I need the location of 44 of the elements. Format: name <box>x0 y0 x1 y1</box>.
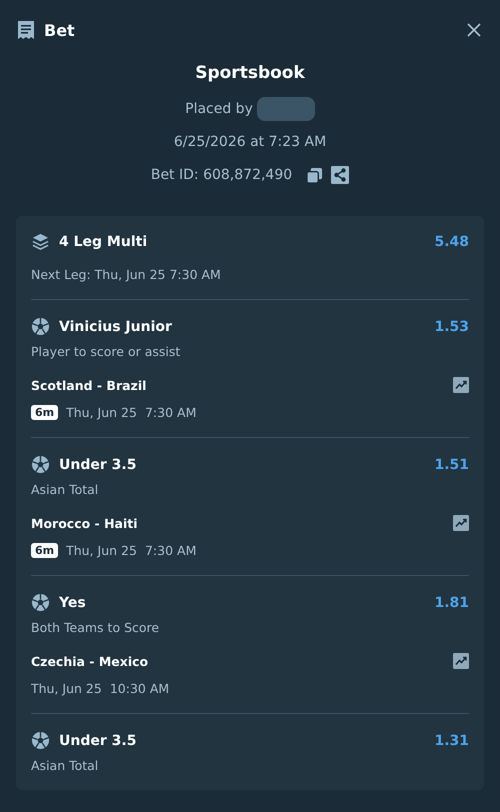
next-leg: Next Leg: Thu, Jun 25 7:30 AM <box>31 267 222 282</box>
selection-name: Under 3.5 <box>59 732 136 748</box>
placed-by-label: Placed by <box>185 101 253 117</box>
layers-icon <box>31 232 50 251</box>
match-time: 10:30 AM <box>110 681 170 696</box>
bet-type: 4 Leg Multi <box>59 234 148 250</box>
minutes-badge: 6m <box>31 543 58 558</box>
soccer-ball-icon <box>31 731 50 750</box>
match-name: Czechia - Mexico <box>31 654 148 668</box>
share-icon[interactable] <box>331 166 350 184</box>
bet-id: Bet ID: 608,872,490 <box>150 167 292 183</box>
market-name: Player to score or assist <box>31 344 182 359</box>
match-time: 7:30 AM <box>144 405 196 420</box>
match-time: 7:30 AM <box>144 543 196 558</box>
stats-chart-icon[interactable] <box>453 653 469 669</box>
selection-name: Vinicius Junior <box>59 318 172 334</box>
selection-name: Under 3.5 <box>59 456 136 472</box>
match-date: Thu, Jun 25 <box>31 681 102 696</box>
placed-date: 6/25/2026 at 7:23 AM <box>174 133 326 152</box>
soccer-ball-icon <box>31 455 50 474</box>
stats-chart-icon[interactable] <box>453 377 469 393</box>
soccer-ball-icon <box>31 317 50 336</box>
soccer-ball-icon <box>31 593 50 612</box>
minutes-badge: 6m <box>31 405 58 420</box>
total-odds: 5.48 <box>434 234 469 250</box>
market-name: Asian Total <box>31 758 100 773</box>
leg-odds: 1.53 <box>434 318 469 334</box>
copy-icon[interactable] <box>306 166 324 184</box>
panel-title: Bet <box>44 20 75 40</box>
match-date: Thu, Jun 25 <box>66 405 137 420</box>
stats-chart-icon[interactable] <box>453 515 469 531</box>
match-name: Scotland - Brazil <box>31 378 146 392</box>
market-name: Both Teams to Score <box>31 620 160 635</box>
leg-odds: 1.81 <box>434 594 469 610</box>
selection-name: Yes <box>59 594 86 610</box>
redacted-name <box>256 97 315 121</box>
market-name: Asian Total <box>31 482 100 497</box>
match-date: Thu, Jun 25 <box>66 543 137 558</box>
close-icon[interactable] <box>466 22 482 38</box>
sportsbook-title: Sportsbook <box>195 63 305 85</box>
leg-odds: 1.31 <box>434 732 469 748</box>
leg-odds: 1.51 <box>434 456 469 472</box>
match-name: Morocco - Haiti <box>31 516 138 530</box>
receipt-icon <box>17 20 35 40</box>
